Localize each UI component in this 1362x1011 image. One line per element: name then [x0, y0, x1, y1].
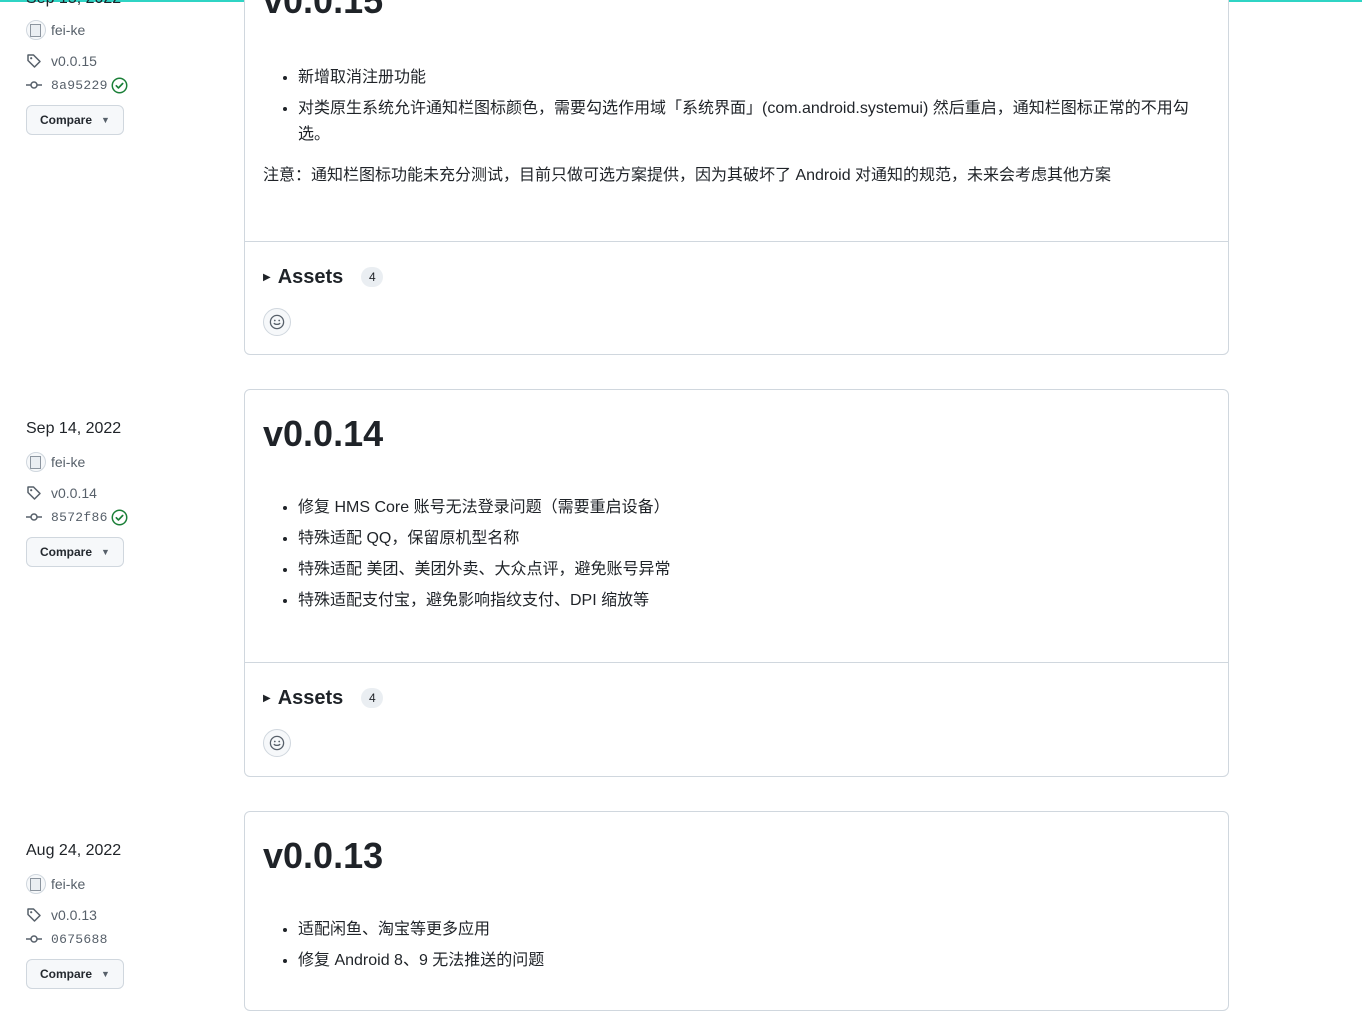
- release-date: Aug 24, 2022: [26, 842, 122, 859]
- release-notes-list: 新增取消注册功能 对类原生系统允许通知栏图标颜色，需要勾选作用域「系统界面」(c…: [263, 64, 1208, 152]
- list-item: 修复 Android 8、9 无法推送的问题: [298, 947, 1208, 974]
- verified-check-icon[interactable]: [111, 77, 128, 94]
- smiley-icon: [269, 735, 285, 751]
- tag-row[interactable]: v0.0.13: [26, 903, 226, 927]
- author-link[interactable]: fei-ke: [51, 22, 85, 38]
- disclosure-triangle-icon: ▶: [263, 692, 271, 704]
- commit-icon: [26, 77, 46, 93]
- compare-button[interactable]: Compare ▼: [26, 105, 124, 135]
- avatar[interactable]: [26, 20, 46, 40]
- add-reaction-button[interactable]: [263, 308, 291, 336]
- release-author-row[interactable]: fei-ke: [26, 17, 226, 43]
- assets-count-badge: 4: [361, 688, 384, 708]
- smiley-icon: [269, 314, 285, 330]
- release-author-row[interactable]: fei-ke: [26, 449, 226, 475]
- author-link[interactable]: fei-ke: [51, 454, 85, 470]
- divider: [245, 662, 1228, 663]
- list-item: 适配闲鱼、淘宝等更多应用: [298, 916, 1208, 943]
- assets-toggle[interactable]: ▶ Assets 4: [263, 683, 384, 713]
- list-item: 新增取消注册功能: [298, 64, 1208, 91]
- release-meta: Sep 14, 2022 fei-ke v0.0.14 8572f86 Comp…: [26, 417, 226, 567]
- tag-row[interactable]: v0.0.15: [26, 49, 226, 73]
- commit-sha-link[interactable]: 8a95229: [51, 78, 108, 93]
- commit-icon: [26, 509, 46, 525]
- release-notes-list: 适配闲鱼、淘宝等更多应用 修复 Android 8、9 无法推送的问题: [263, 916, 1208, 978]
- tag-link[interactable]: v0.0.14: [51, 485, 97, 501]
- compare-label: Compare: [40, 113, 93, 127]
- release-meta: Aug 24, 2022 fei-ke v0.0.13 0675688 Comp…: [26, 839, 226, 989]
- tag-icon: [26, 907, 46, 923]
- compare-label: Compare: [40, 545, 93, 559]
- release-extra-note: 注意：通知栏图标功能未充分测试，目前只做可选方案提供，因为其破坏了 Androi…: [263, 167, 1112, 184]
- release-notes-list: 修复 HMS Core 账号无法登录问题（需要重启设备） 特殊适配 QQ，保留原…: [263, 494, 1208, 618]
- add-reaction-button[interactable]: [263, 729, 291, 757]
- assets-count-badge: 4: [361, 267, 384, 287]
- disclosure-triangle-icon: ▶: [263, 271, 271, 283]
- commit-row[interactable]: 0675688: [26, 927, 226, 951]
- chevron-down-icon: ▼: [101, 547, 110, 557]
- commit-row[interactable]: 8a95229: [26, 73, 226, 97]
- list-item: 特殊适配 QQ，保留原机型名称: [298, 525, 1208, 552]
- list-item: 对类原生系统允许通知栏图标颜色，需要勾选作用域「系统界面」(com.androi…: [298, 95, 1208, 148]
- divider: [245, 241, 1228, 242]
- release-card: v0.0.15 新增取消注册功能 对类原生系统允许通知栏图标颜色，需要勾选作用域…: [244, 0, 1229, 355]
- assets-toggle[interactable]: ▶ Assets 4: [263, 262, 384, 292]
- list-item: 特殊适配支付宝，避免影响指纹支付、DPI 缩放等: [298, 587, 1208, 614]
- avatar[interactable]: [26, 452, 46, 472]
- release-date: Sep 15, 2022: [26, 0, 226, 11]
- release-date: Sep 14, 2022: [26, 420, 122, 437]
- commit-sha-link[interactable]: 8572f86: [51, 510, 108, 525]
- compare-button[interactable]: Compare ▼: [26, 959, 124, 989]
- compare-label: Compare: [40, 967, 93, 981]
- assets-label: Assets: [277, 265, 344, 288]
- tag-link[interactable]: v0.0.13: [51, 907, 97, 923]
- verified-check-icon[interactable]: [111, 509, 128, 526]
- author-link[interactable]: fei-ke: [51, 876, 85, 892]
- list-item: 特殊适配 美团、美团外卖、大众点评，避免账号异常: [298, 556, 1208, 583]
- release-title[interactable]: v0.0.15: [263, 0, 383, 23]
- commit-row[interactable]: 8572f86: [26, 505, 226, 529]
- chevron-down-icon: ▼: [101, 115, 110, 125]
- avatar[interactable]: [26, 874, 46, 894]
- assets-label: Assets: [277, 686, 344, 709]
- tag-icon: [26, 485, 46, 501]
- list-item: 修复 HMS Core 账号无法登录问题（需要重启设备）: [298, 494, 1208, 521]
- compare-button[interactable]: Compare ▼: [26, 537, 124, 567]
- release-title[interactable]: v0.0.13: [263, 834, 383, 878]
- release-author-row[interactable]: fei-ke: [26, 871, 226, 897]
- release-card: v0.0.14 修复 HMS Core 账号无法登录问题（需要重启设备） 特殊适…: [244, 389, 1229, 777]
- commit-icon: [26, 931, 46, 947]
- release-title[interactable]: v0.0.14: [263, 412, 383, 456]
- tag-icon: [26, 53, 46, 69]
- release-meta: Sep 15, 2022 fei-ke v0.0.15 8a95229 Comp…: [26, 0, 226, 135]
- tag-row[interactable]: v0.0.14: [26, 481, 226, 505]
- tag-link[interactable]: v0.0.15: [51, 53, 97, 69]
- release-card: v0.0.13 适配闲鱼、淘宝等更多应用 修复 Android 8、9 无法推送…: [244, 811, 1229, 1011]
- chevron-down-icon: ▼: [101, 969, 110, 979]
- commit-sha-link[interactable]: 0675688: [51, 932, 108, 947]
